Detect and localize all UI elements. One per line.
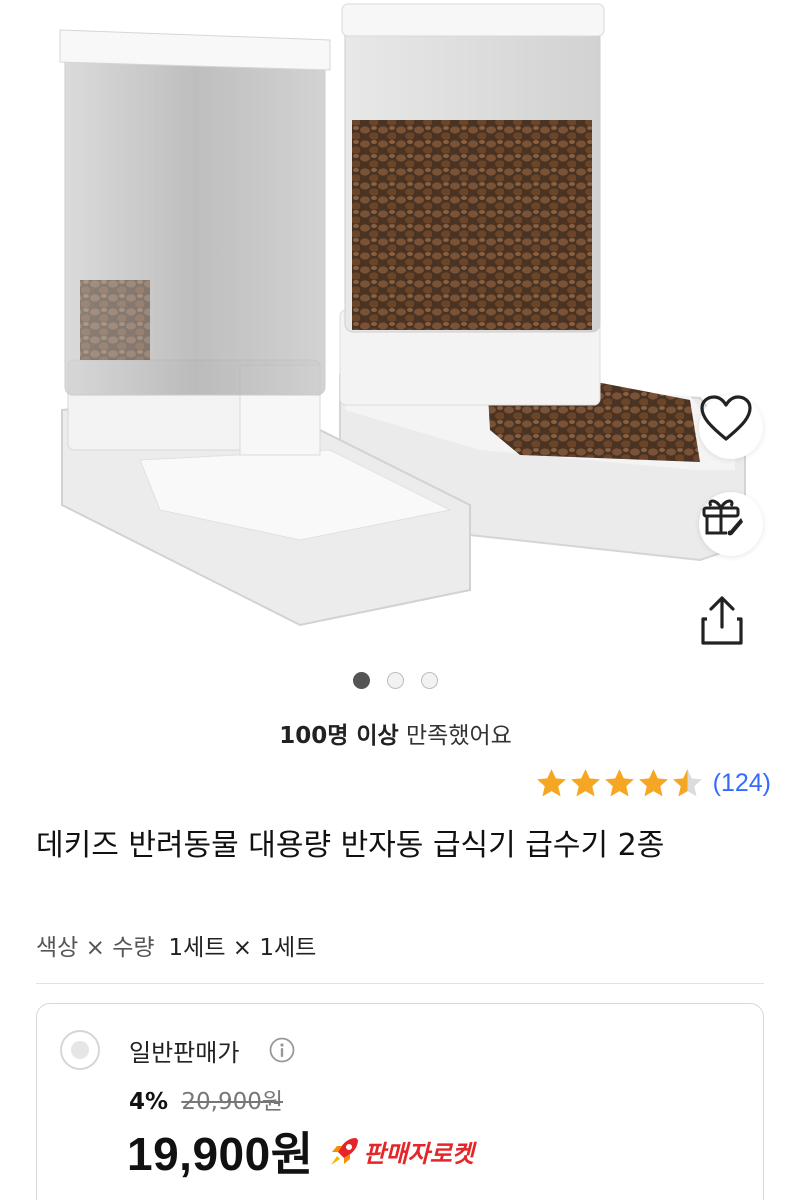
options-label: 색상 × 수량: [36, 935, 155, 961]
seller-rocket-badge: 판매자로켓: [328, 1134, 474, 1169]
price-option-card[interactable]: 일반판매가 4% 20,900원 19,900원 판매자로켓: [36, 1003, 764, 1200]
discount-rate: 4%: [129, 1089, 169, 1115]
rocket-badge-label: 판매자로켓: [363, 1139, 474, 1168]
product-photo: [59, 3, 746, 627]
satisfaction-label: 만족했어요: [398, 723, 512, 749]
star-full-icon: [536, 769, 566, 797]
final-price-row: 19,900원 판매자로켓: [127, 1118, 474, 1184]
product-image[interactable]: [0, 0, 791, 660]
star-full-icon: [570, 769, 600, 797]
final-price: 19,900원: [127, 1128, 314, 1180]
pagination-dot-1[interactable]: [353, 672, 370, 689]
rocket-icon: [330, 1138, 358, 1165]
share-button[interactable]: [699, 595, 763, 659]
gift-rocket-icon: [702, 499, 743, 536]
pagination-dot-2[interactable]: [387, 672, 404, 689]
pagination-dot-3[interactable]: [421, 672, 438, 689]
original-price: 20,900원: [181, 1089, 284, 1115]
info-icon[interactable]: [269, 1037, 295, 1063]
star-full-icon: [638, 769, 668, 797]
star-half-icon: [672, 769, 702, 797]
satisfaction-text: 100명 이상 만족했어요: [0, 716, 791, 750]
heart-icon: [700, 395, 752, 441]
gift-button[interactable]: [699, 492, 763, 556]
sale-type-label: 일반판매가: [129, 1039, 240, 1067]
selected-options[interactable]: 색상 × 수량 1세트 × 1세트: [36, 928, 316, 962]
product-title: 데키즈 반려동물 대용량 반자동 급식기 급수기 2종: [36, 828, 665, 863]
review-count-link[interactable]: (124): [713, 769, 771, 798]
options-value: 1세트 × 1세트: [168, 935, 317, 961]
price-option-radio[interactable]: [60, 1030, 100, 1070]
wishlist-button[interactable]: [699, 395, 763, 459]
gallery-pagination: [0, 672, 791, 689]
discount-row: 4% 20,900원: [129, 1082, 283, 1116]
rating[interactable]: (124): [535, 767, 771, 800]
divider: [36, 983, 764, 984]
share-icon: [701, 596, 743, 645]
star-full-icon: [604, 769, 634, 797]
satisfaction-count: 100명 이상: [279, 723, 399, 749]
